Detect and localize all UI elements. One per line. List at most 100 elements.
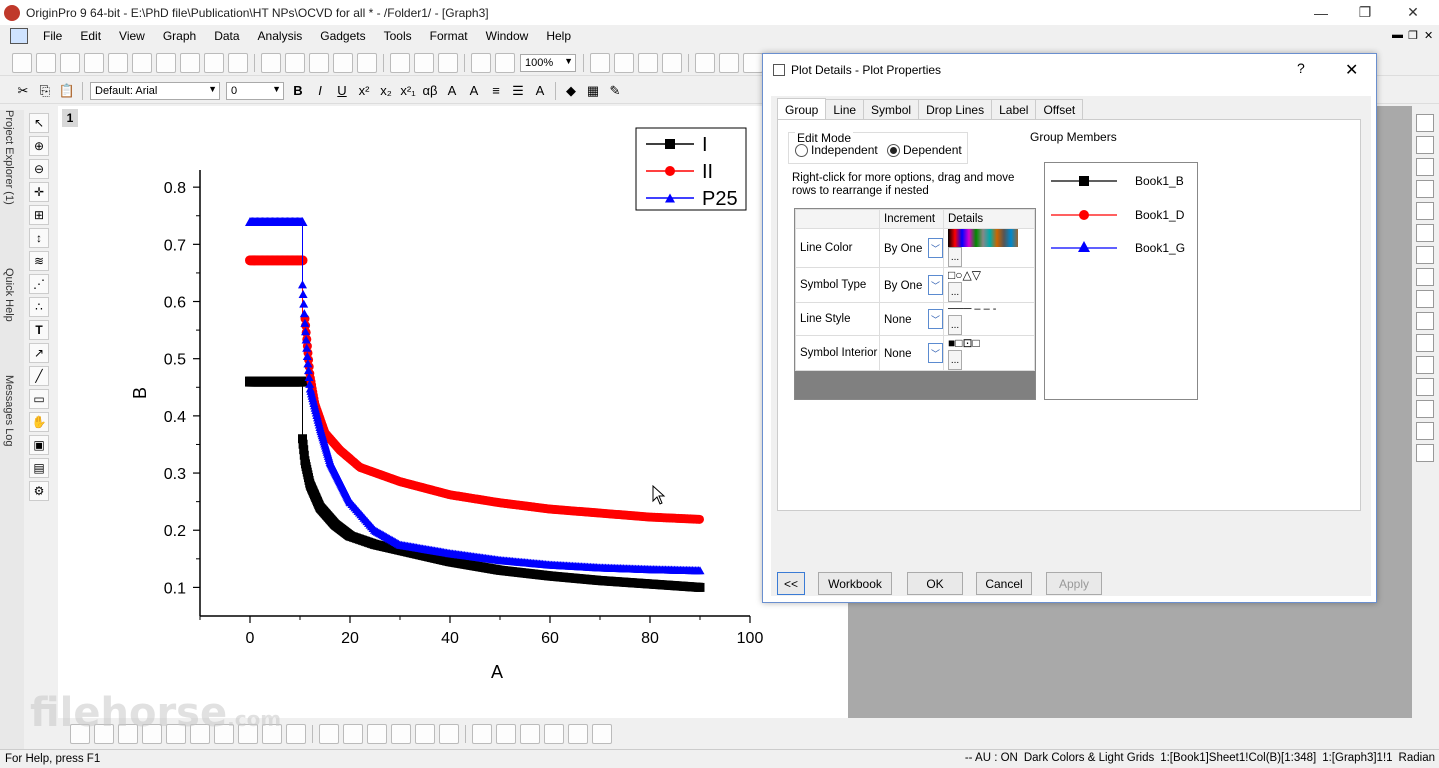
new-matrix-icon[interactable] — [132, 52, 152, 73]
font-color-icon[interactable]: A — [530, 81, 550, 101]
add-scale-bar-icon[interactable] — [1416, 202, 1434, 220]
chevron-down-icon[interactable]: ﹀ — [928, 343, 943, 363]
cancel-button[interactable]: Cancel — [976, 572, 1032, 595]
3d-ribbon-icon[interactable] — [439, 723, 459, 744]
menu-format[interactable]: Format — [421, 29, 477, 43]
object-align-icon[interactable] — [544, 723, 564, 744]
layer-tool-icon[interactable]: ▤ — [29, 458, 49, 478]
bold-button[interactable]: B — [288, 81, 308, 101]
symbol-list-details[interactable]: □○△▽ ... — [943, 267, 1035, 303]
results-log-icon[interactable] — [719, 52, 739, 73]
mask-icon[interactable]: ≋ — [29, 251, 49, 271]
grid-row-symbol-interior[interactable]: Symbol Interior None ﹀ ■□⊡□ ... — [795, 335, 1035, 371]
ok-button[interactable]: OK — [907, 572, 963, 595]
supersub-button[interactable]: x²₁ — [398, 81, 418, 101]
add-legend-icon[interactable] — [1416, 158, 1434, 176]
paste-icon[interactable]: 📋 — [57, 81, 77, 101]
tab-offset[interactable]: Offset — [1035, 99, 1084, 120]
save-template-icon[interactable] — [357, 52, 377, 73]
print-icon[interactable] — [590, 52, 610, 73]
color-list-details[interactable]: ... — [943, 228, 1035, 268]
new-workbook-icon[interactable] — [60, 52, 80, 73]
tab-group[interactable]: Group — [777, 98, 827, 121]
more-options-button[interactable]: ... — [948, 282, 962, 302]
tab-quick-help[interactable]: Quick Help — [3, 268, 15, 322]
chevron-down-icon[interactable]: ﹀ — [928, 238, 943, 258]
layer-icon[interactable] — [662, 52, 682, 73]
import-wizard-icon[interactable] — [390, 52, 410, 73]
member-row[interactable]: Book1_G — [1045, 236, 1195, 260]
subscript-button[interactable]: x₂ — [376, 81, 396, 101]
align-top-icon[interactable] — [1416, 378, 1434, 396]
member-row[interactable]: Book1_B — [1045, 169, 1195, 193]
interior-details[interactable]: ■□⊡□ ... — [943, 335, 1035, 371]
menu-window[interactable]: Window — [477, 29, 538, 43]
lock-tool-icon[interactable]: ⚙ — [29, 481, 49, 501]
zoom-select[interactable]: 100% ▼ — [520, 53, 576, 72]
increment-select[interactable]: None ﹀ — [879, 302, 944, 336]
collapse-button[interactable]: << — [777, 572, 805, 595]
tab-messages-log[interactable]: Messages Log — [3, 375, 15, 447]
radio-independent-dot[interactable] — [795, 143, 808, 157]
underline-button[interactable]: U — [332, 81, 352, 101]
align-icon[interactable]: ≡ — [486, 81, 506, 101]
pattern-icon[interactable]: ▦ — [583, 81, 603, 101]
mdi-restore-icon[interactable]: ❐ — [1408, 29, 1418, 42]
graph-window-icon[interactable] — [10, 28, 28, 44]
add-layer-icon[interactable] — [1416, 136, 1434, 154]
more-options-button[interactable]: ... — [948, 315, 962, 335]
radio-dependent-dot[interactable] — [887, 143, 900, 157]
tab-line[interactable]: Line — [825, 99, 865, 120]
line-color-icon[interactable]: ✎ — [605, 81, 625, 101]
menu-gadgets[interactable]: Gadgets — [311, 29, 374, 43]
3d-wire-icon[interactable] — [343, 723, 363, 744]
menu-view[interactable]: View — [110, 29, 154, 43]
grid-icon[interactable] — [1416, 268, 1434, 286]
new-graph-icon[interactable] — [108, 52, 128, 73]
object-back-icon[interactable] — [496, 723, 516, 744]
close-button[interactable]: ✕ — [1390, 0, 1436, 25]
group-icon[interactable] — [1416, 444, 1434, 462]
template-icon[interactable] — [286, 723, 306, 744]
3d-bar-icon[interactable] — [367, 723, 387, 744]
line-spacing-icon[interactable]: ☰ — [508, 81, 528, 101]
font-size-select[interactable]: 0 ▼ — [226, 81, 284, 100]
grid-row-symbol-type[interactable]: Symbol Type By One ﹀ □○△▽ ... — [795, 267, 1035, 303]
export-icon[interactable] — [638, 52, 658, 73]
open-icon[interactable] — [261, 52, 281, 73]
import-multiple-icon[interactable] — [438, 52, 458, 73]
new-function-icon[interactable] — [156, 52, 176, 73]
increment-select[interactable]: By One ﹀ — [879, 267, 944, 303]
radio-dependent[interactable]: Dependent — [887, 143, 962, 157]
superscript-button[interactable]: x² — [354, 81, 374, 101]
dialog-help-button[interactable]: ? — [1297, 60, 1305, 76]
menu-tools[interactable]: Tools — [375, 29, 421, 43]
grid-row-line-style[interactable]: Line Style None ﹀ ─── – – - ... — [795, 302, 1035, 336]
object-more-icon[interactable] — [592, 723, 612, 744]
decrease-font-button[interactable]: A — [464, 81, 484, 101]
graph-tool-icon[interactable]: ▣ — [29, 435, 49, 455]
rescale-icon[interactable] — [1416, 114, 1434, 132]
chevron-down-icon[interactable]: ﹀ — [928, 275, 943, 295]
new-notes-icon[interactable] — [204, 52, 224, 73]
new-excel-icon[interactable] — [84, 52, 104, 73]
3d-surface-icon[interactable] — [319, 723, 339, 744]
cut-icon[interactable]: ✂ — [13, 81, 33, 101]
save-icon[interactable] — [333, 52, 353, 73]
workbook-button[interactable]: Workbook — [818, 572, 892, 595]
font-select[interactable]: Default: Arial ▼ — [90, 81, 220, 100]
table-icon[interactable] — [1416, 290, 1434, 308]
increment-select[interactable]: By One ﹀ — [879, 228, 944, 268]
more-options-button[interactable]: ... — [948, 247, 962, 267]
tab-symbol[interactable]: Symbol — [863, 99, 920, 120]
more-options-button[interactable]: ... — [948, 350, 962, 370]
recalculate-icon[interactable] — [471, 52, 491, 73]
arrow-tool-icon[interactable]: ↗ — [29, 343, 49, 363]
object-front-icon[interactable] — [472, 723, 492, 744]
new-project-icon[interactable] — [12, 52, 32, 73]
3d-scatter-icon[interactable] — [391, 723, 411, 744]
zoom-in-icon[interactable]: ⊕ — [29, 136, 49, 156]
maximize-button[interactable]: ❐ — [1342, 0, 1388, 25]
grid-row-line-color[interactable]: Line Color By One ﹀ ... — [795, 228, 1035, 268]
command-window-icon[interactable] — [743, 52, 763, 73]
